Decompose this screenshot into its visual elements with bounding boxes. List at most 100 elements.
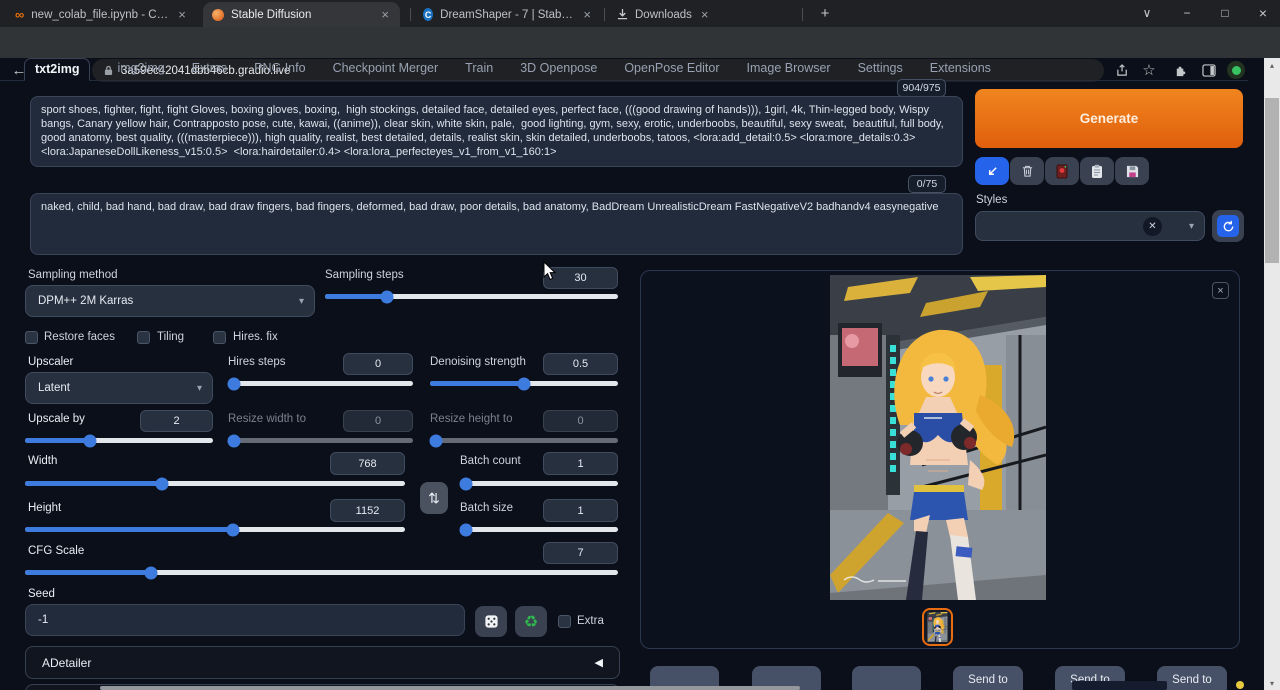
tab-close-icon[interactable]: × [581, 8, 593, 21]
extra-seed-checkbox[interactable] [558, 615, 571, 628]
tab-extras[interactable]: Extras [192, 61, 227, 80]
gallery-close-button[interactable]: × [1212, 282, 1229, 299]
minimize-button[interactable]: − [1172, 0, 1202, 26]
batch-size-label: Batch size [460, 502, 513, 514]
save-style-button[interactable] [1115, 157, 1149, 185]
maximize-button[interactable]: □ [1210, 0, 1240, 26]
width-slider[interactable] [25, 481, 405, 486]
paste-generation-params-button[interactable] [975, 157, 1009, 185]
screen: ∞ new_colab_file.ipynb - Colaborat × Sta… [0, 0, 1280, 690]
slider-knob[interactable] [145, 566, 158, 579]
browser-tab-title: Stable Diffusion [231, 9, 311, 21]
apply-style-button[interactable] [1080, 157, 1114, 185]
hires-fix-checkbox[interactable] [213, 331, 226, 344]
slider-knob[interactable] [460, 523, 473, 536]
upscale-by-slider[interactable] [25, 438, 213, 443]
adetailer-accordion[interactable]: ADetailer ◀ [25, 646, 620, 679]
refresh-styles-button[interactable] [1212, 210, 1244, 242]
window-close-button[interactable]: × [1248, 0, 1278, 26]
tab-openpose-editor[interactable]: OpenPose Editor [624, 61, 719, 80]
batch-size-slider[interactable] [460, 527, 618, 532]
restore-faces-checkbox[interactable] [25, 331, 38, 344]
thumbnail-image [926, 612, 949, 642]
slider-knob[interactable] [228, 377, 241, 390]
gallery-action-button-3[interactable] [852, 666, 921, 690]
dice-icon [484, 614, 499, 629]
styles-dropdown[interactable]: ✕ ▾ [975, 211, 1205, 241]
civitai-favicon-icon: C [423, 8, 433, 21]
upscale-by-value[interactable]: 2 [140, 410, 213, 432]
cfg-scale-value[interactable]: 7 [543, 542, 618, 564]
styles-label: Styles [976, 194, 1007, 206]
tab-checkpoint-merger[interactable]: Checkpoint Merger [333, 61, 439, 80]
slider-knob[interactable] [460, 477, 473, 490]
reuse-seed-button[interactable]: ♻ [515, 606, 547, 637]
slider-knob[interactable] [518, 377, 531, 390]
scroll-up-icon[interactable]: ▴ [1264, 58, 1280, 72]
random-seed-button[interactable] [475, 606, 507, 637]
height-slider[interactable] [25, 527, 405, 532]
hires-steps-value[interactable]: 0 [343, 353, 413, 375]
clear-prompt-button[interactable] [1010, 157, 1044, 185]
upscale-by-label: Upscale by [28, 413, 85, 425]
browser-tab-colab[interactable]: ∞ new_colab_file.ipynb - Colaborat × [6, 2, 200, 27]
negative-prompt-input[interactable]: naked, child, bad hand, bad draw, bad dr… [30, 193, 963, 255]
browser-tab-stable-diffusion[interactable]: Stable Diffusion × [203, 2, 400, 27]
slider-knob[interactable] [84, 434, 97, 447]
browser-tab-downloads[interactable]: Downloads × [608, 2, 800, 27]
chevron-down-icon[interactable]: ▾ [1189, 221, 1194, 232]
generated-image[interactable] [830, 275, 1046, 600]
hires-steps-slider[interactable] [228, 381, 413, 386]
batch-size-value[interactable]: 1 [543, 499, 618, 522]
batch-count-label: Batch count [460, 455, 521, 467]
prompt-input[interactable]: sport shoes, fighter, fight, fight Glove… [30, 96, 963, 167]
clipboard-icon [1091, 164, 1103, 179]
cfg-scale-slider[interactable] [25, 570, 618, 575]
slider-knob[interactable] [156, 477, 169, 490]
denoising-strength-label: Denoising strength [430, 356, 526, 368]
slider-knob[interactable] [381, 290, 394, 303]
scrollbar-thumb[interactable] [1265, 98, 1279, 263]
browser-tab-dreamshaper[interactable]: C DreamShaper - 7 | Stable Diffusio × [414, 2, 602, 27]
denoising-strength-value[interactable]: 0.5 [543, 353, 618, 375]
tab-img2img[interactable]: img2img [117, 61, 164, 80]
generate-button[interactable]: Generate [975, 89, 1243, 148]
tab-txt2img[interactable]: txt2img [24, 58, 90, 81]
sampling-method-dropdown[interactable]: DPM++ 2M Karras ▾ [25, 285, 315, 317]
tab-settings[interactable]: Settings [858, 61, 903, 80]
video-watermark [1072, 681, 1167, 690]
sampling-steps-label: Sampling steps [325, 269, 404, 281]
tab-close-icon[interactable]: × [176, 8, 188, 21]
width-value[interactable]: 768 [330, 452, 405, 475]
height-value[interactable]: 1152 [330, 499, 405, 522]
send-to-extras-button[interactable]: Send to [1157, 666, 1227, 690]
tab-image-browser[interactable]: Image Browser [747, 61, 831, 80]
prompt-token-counter: 904/975 [897, 79, 946, 97]
slider-knob[interactable] [227, 523, 240, 536]
tab-png-info[interactable]: PNG Info [254, 61, 305, 80]
seed-input[interactable]: -1 [25, 604, 465, 636]
styles-clear-icon[interactable]: ✕ [1143, 217, 1162, 236]
tab-close-icon[interactable]: × [379, 8, 391, 21]
send-to-img2img-button[interactable]: Send to [953, 666, 1023, 690]
tab-close-icon[interactable]: × [699, 8, 711, 21]
extra-networks-button[interactable] [1045, 157, 1079, 185]
page-scrollbar[interactable]: ▴ ▾ [1264, 58, 1280, 690]
gallery-thumbnail[interactable] [922, 608, 953, 646]
sampling-steps-slider[interactable] [325, 294, 618, 299]
batch-count-slider[interactable] [460, 481, 618, 486]
browser-tab-title: Downloads [635, 9, 692, 21]
upscaler-dropdown[interactable]: Latent ▾ [25, 372, 213, 404]
denoising-strength-slider[interactable] [430, 381, 618, 386]
tab-3d-openpose[interactable]: 3D Openpose [520, 61, 597, 80]
tab-train[interactable]: Train [465, 61, 493, 80]
tab-extensions[interactable]: Extensions [930, 61, 991, 80]
tab-search-icon[interactable]: ∨ [1132, 0, 1162, 26]
extra-seed-label: Extra [577, 615, 604, 627]
tiling-checkbox[interactable] [137, 331, 150, 344]
swap-dimensions-button[interactable]: ⇅ [420, 482, 448, 514]
scroll-down-icon[interactable]: ▾ [1264, 676, 1280, 690]
video-watermark-sparkle [1236, 681, 1244, 689]
batch-count-value[interactable]: 1 [543, 452, 618, 475]
new-tab-button[interactable]: + [810, 0, 840, 26]
